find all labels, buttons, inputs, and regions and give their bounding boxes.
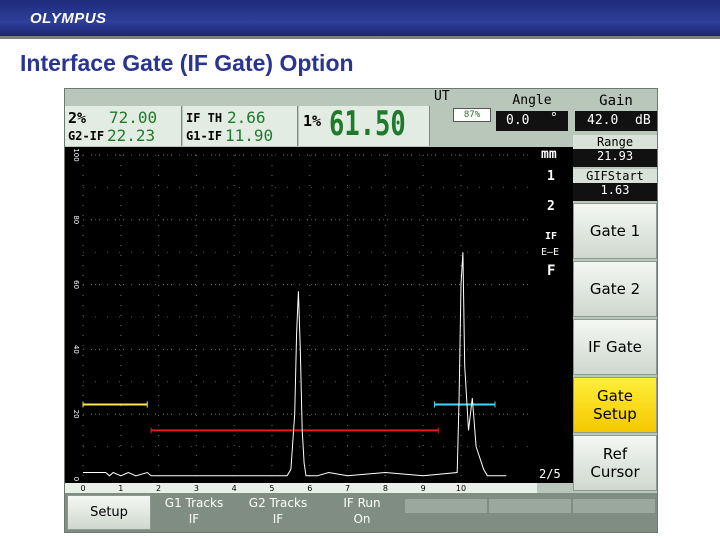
y-tick-label: 60 xyxy=(72,280,80,289)
brand-logo: OLYMPUS xyxy=(30,10,107,27)
bottom-menu-g2-tracks[interactable]: G2 Tracks IF xyxy=(237,495,319,527)
a-scan-background xyxy=(65,147,537,483)
softkey-ref-cursor[interactable]: Ref Cursor xyxy=(573,435,657,491)
bottom-menu-empty-2[interactable] xyxy=(489,499,571,513)
x-tick-label: 10 xyxy=(456,484,466,493)
softkey-gate-1[interactable]: Gate 1 xyxy=(573,203,657,259)
x-tick-label: 4 xyxy=(232,484,237,493)
reading-panel-if: IF TH 2.66 G1-IF 11.90 xyxy=(183,106,298,146)
g2-if-label: G2-IF xyxy=(68,129,105,143)
bottom-menu-if-run[interactable]: IF Run On xyxy=(321,495,403,527)
angle-value: 0.0 xyxy=(506,113,530,128)
g2-percent-label: 2% xyxy=(68,109,87,127)
battery-indicator: 87% xyxy=(453,108,491,122)
softkey-gate-2[interactable]: Gate 2 xyxy=(573,261,657,317)
bottom-menu-setup[interactable]: Setup xyxy=(67,495,151,530)
gifstart-label: GIFStart xyxy=(573,169,657,183)
gate1-indicator: 1 xyxy=(547,169,555,184)
g2-tracks-value: IF xyxy=(272,512,284,526)
softkey-if-gate[interactable]: IF Gate xyxy=(573,319,657,375)
y-tick-label: 20 xyxy=(72,410,80,419)
x-tick-label: 8 xyxy=(383,484,388,493)
x-tick-label: 5 xyxy=(269,484,274,493)
x-axis-strip: 0 1 2 3 4 5 6 7 8 9 10 xyxy=(65,483,537,493)
y-tick-label: 100 xyxy=(72,148,80,161)
g2-percent-value: 72.00 xyxy=(109,108,158,127)
g2-if-value: 22.23 xyxy=(107,126,156,145)
reading-panel-gate2: 2% 72.00 G2-IF 22.23 xyxy=(65,106,182,146)
bottom-menu-empty-3[interactable] xyxy=(573,499,655,513)
if-run-label: IF Run xyxy=(343,496,381,510)
gate2-indicator: 2 xyxy=(547,199,555,214)
softkey-gate-setup[interactable]: Gate Setup xyxy=(573,377,657,433)
x-tick-label: 1 xyxy=(118,484,123,493)
if-threshold-value: 2.66 xyxy=(227,108,266,127)
reading-panel-main: 1% 61.50 xyxy=(299,104,430,146)
y-tick-label: 40 xyxy=(72,345,80,354)
if-gate-indicator: IF xyxy=(545,231,558,242)
page-indicator: 2/5 xyxy=(539,467,561,481)
main-reading-value: 61.50 xyxy=(329,104,406,144)
gifstart-control[interactable]: GIFStart 1.63 xyxy=(573,169,657,201)
gain-label: Gain xyxy=(599,93,633,109)
angle-control[interactable]: Angle 0.0 ° xyxy=(491,89,573,133)
bottom-menu-g1-tracks[interactable]: G1 Tracks IF xyxy=(153,495,235,527)
softkey-gate-2-label: Gate 2 xyxy=(589,280,641,298)
g1-if-label: G1-IF xyxy=(186,129,223,143)
mode-label: UT xyxy=(434,89,450,104)
x-tick-label: 3 xyxy=(194,484,199,493)
x-tick-label: 9 xyxy=(421,484,426,493)
freeze-indicator: F xyxy=(547,263,556,279)
header-divider xyxy=(0,36,720,39)
x-tick-label: 7 xyxy=(345,484,350,493)
g1-tracks-label: G1 Tracks xyxy=(164,496,224,510)
bottom-menu-empty-1[interactable] xyxy=(405,499,487,513)
if-threshold-label: IF TH xyxy=(186,111,223,125)
range-value: 21.93 xyxy=(596,149,634,163)
gain-value: 42.0 xyxy=(587,113,619,128)
gain-value-box: 42.0 dB xyxy=(575,111,657,131)
slide-title: Interface Gate (IF Gate) Option xyxy=(20,50,354,76)
g1-if-value: 11.90 xyxy=(225,126,274,145)
angle-label: Angle xyxy=(512,93,552,108)
gain-unit: dB xyxy=(635,113,651,128)
y-tick-label: 80 xyxy=(72,215,80,224)
softkey-gate-setup-label: Gate Setup xyxy=(593,387,637,423)
softkey-gate-1-label: Gate 1 xyxy=(589,222,641,240)
units-label: mm xyxy=(541,147,557,162)
g2-tracks-label: G2 Tracks xyxy=(248,496,308,510)
gifstart-value: 1.63 xyxy=(600,183,630,197)
y-tick-label: 0 xyxy=(72,477,80,481)
angle-degree-symbol: ° xyxy=(550,111,558,126)
x-tick-label: 2 xyxy=(156,484,161,493)
bottom-menu-setup-label: Setup xyxy=(90,505,128,520)
if-run-value: On xyxy=(353,512,371,526)
a-scan-display: 0 20 40 60 80 100 xyxy=(65,147,537,483)
header-bar xyxy=(0,0,720,36)
gain-control[interactable]: Gain 42.0 dB xyxy=(575,89,657,133)
range-label: Range xyxy=(573,135,657,149)
gate-indicator-column: mm 1 2 IF E—E F 2/5 xyxy=(537,147,573,483)
softkey-if-gate-label: IF Gate xyxy=(588,338,642,356)
battery-level: 87% xyxy=(463,110,481,120)
echo-to-echo-indicator: E—E xyxy=(541,247,560,258)
x-tick-label: 0 xyxy=(80,484,85,493)
g1-tracks-value: IF xyxy=(188,512,200,526)
range-control[interactable]: Range 21.93 xyxy=(573,135,657,167)
instrument-screen: 2% 72.00 G2-IF 22.23 IF TH 2.66 G1-IF 11… xyxy=(64,88,658,533)
x-tick-label: 6 xyxy=(307,484,312,493)
angle-value-box: 0.0 ° xyxy=(496,111,568,131)
main-percent-label: 1% xyxy=(303,112,322,130)
softkey-ref-cursor-label: Ref Cursor xyxy=(590,445,640,481)
